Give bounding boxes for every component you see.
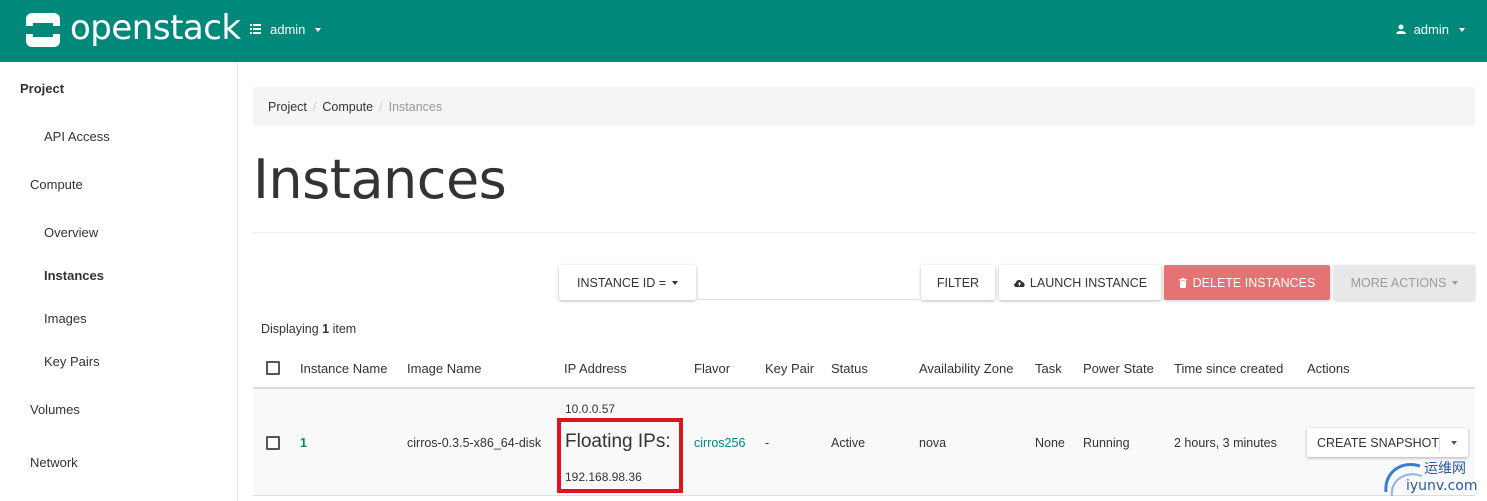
column-header-flavor[interactable]: Flavor (694, 361, 730, 376)
sidebar-item-key-pairs[interactable]: Key Pairs (44, 354, 100, 369)
delete-instances-button[interactable]: DELETE INSTANCES (1164, 265, 1330, 300)
row-actions-dropdown[interactable] (1440, 436, 1468, 450)
launch-instance-button[interactable]: LAUNCH INSTANCE (999, 265, 1161, 300)
watermark-text: 运维网 (1424, 461, 1466, 477)
openstack-logo[interactable]: openstack (24, 8, 241, 49)
filter-field-label: INSTANCE ID = (576, 275, 667, 290)
column-header-ip-address[interactable]: IP Address (564, 361, 627, 376)
instance-name-link[interactable]: 1 (300, 436, 307, 450)
sidebar-item-volumes[interactable]: Volumes (30, 402, 80, 417)
chevron-down-icon (1459, 27, 1465, 32)
user-menu-label: admin (1413, 22, 1449, 37)
chevron-down-icon (1452, 280, 1459, 285)
trash-icon (1178, 277, 1187, 288)
highlight-box (557, 418, 683, 493)
column-header-actions: Actions (1307, 361, 1350, 376)
sidebar-item-project[interactable]: Project (20, 81, 64, 96)
delete-instances-label: DELETE INSTANCES (1192, 275, 1316, 290)
sidebar-item-network[interactable]: Network (30, 455, 78, 470)
fixed-ip: 10.0.0.57 (565, 402, 616, 416)
column-header-power-state[interactable]: Power State (1083, 361, 1154, 376)
row-divider (253, 495, 1475, 496)
filter-field-select[interactable]: INSTANCE ID = (559, 265, 696, 300)
column-header-availability-zone[interactable]: Availability Zone (919, 361, 1013, 376)
availability-zone: nova (919, 436, 947, 450)
launch-instance-label: LAUNCH INSTANCE (1029, 275, 1148, 290)
list-icon (250, 22, 261, 37)
chevron-down-icon (315, 27, 322, 32)
display-count-prefix: Displaying (261, 322, 319, 336)
column-header-instance-name[interactable]: Instance Name (300, 361, 387, 376)
breadcrumb-separator: / (312, 100, 317, 114)
filter-input[interactable] (697, 268, 919, 300)
column-header-time-since-created[interactable]: Time since created (1174, 361, 1283, 376)
column-header-key-pair[interactable]: Key Pair (765, 361, 814, 376)
display-count-suffix: item (332, 322, 357, 336)
breadcrumb-separator: / (379, 100, 383, 114)
select-all-checkbox[interactable] (266, 361, 280, 375)
breadcrumb-item-instances: Instances (388, 100, 443, 114)
status: Active (831, 436, 866, 450)
project-selector[interactable]: admin (250, 22, 322, 37)
chevron-down-icon (1451, 441, 1457, 446)
page-title: Instances (253, 148, 507, 211)
time-since-created: 2 hours, 3 minutes (1174, 436, 1277, 450)
sidebar-item-compute[interactable]: Compute (30, 177, 83, 192)
sidebar-item-overview[interactable]: Overview (44, 225, 98, 240)
breadcrumb-item-compute[interactable]: Compute (322, 100, 373, 114)
flavor-link[interactable]: cirros256 (694, 436, 745, 450)
task: None (1035, 436, 1065, 450)
power-state: Running (1083, 436, 1130, 450)
column-header-status[interactable]: Status (831, 361, 868, 376)
image-name: cirros-0.3.5-x86_64-disk (407, 436, 542, 450)
top-navbar: openstack admin admin (0, 0, 1487, 62)
sidebar: Project API Access Compute Overview Inst… (0, 62, 238, 501)
column-header-task[interactable]: Task (1035, 361, 1062, 376)
chevron-down-icon (672, 280, 679, 285)
sidebar-item-api-access[interactable]: API Access (44, 129, 110, 144)
watermark-url: iyunv.com (1406, 478, 1478, 494)
create-snapshot-label: CREATE SNAPSHOT (1317, 435, 1440, 450)
more-actions-button[interactable]: MORE ACTIONS (1334, 265, 1475, 300)
breadcrumb-item-project[interactable]: Project (268, 100, 307, 114)
breadcrumb: Project / Compute / Instances (253, 87, 1475, 126)
display-count: Displaying 1 item (261, 322, 356, 336)
project-selector-label: admin (270, 22, 306, 37)
brand-name: openstack (70, 8, 241, 48)
key-pair: - (765, 436, 770, 450)
column-header-image-name[interactable]: Image Name (407, 361, 481, 376)
sidebar-item-images[interactable]: Images (44, 311, 87, 326)
more-actions-label: MORE ACTIONS (1350, 275, 1447, 290)
sidebar-item-instances[interactable]: Instances (44, 268, 104, 283)
user-menu[interactable]: admin (1395, 22, 1465, 37)
user-icon (1395, 22, 1406, 37)
openstack-logo-icon (24, 11, 62, 49)
cloud-upload-icon (1013, 278, 1026, 288)
display-count-number: 1 (322, 322, 330, 336)
filter-button[interactable]: FILTER (921, 265, 995, 300)
row-checkbox[interactable] (266, 436, 280, 450)
divider (253, 232, 1475, 233)
